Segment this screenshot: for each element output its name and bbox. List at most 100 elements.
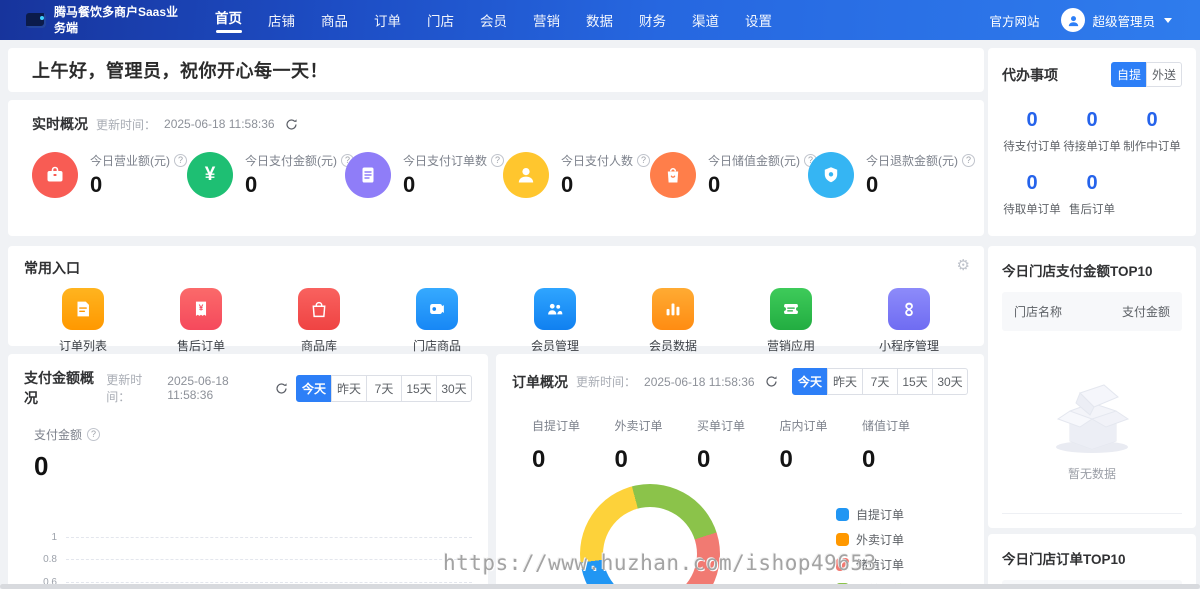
stat-today-stored-value: 今日储值金额(元) 0 bbox=[650, 152, 808, 198]
tab-today[interactable]: 今天 bbox=[296, 375, 332, 402]
tab-delivery[interactable]: 外送 bbox=[1146, 62, 1182, 87]
user-icon bbox=[1066, 13, 1081, 28]
nav-item-data[interactable]: 数据 bbox=[573, 10, 626, 30]
order-list-icon bbox=[62, 288, 104, 330]
nav-item-home[interactable]: 首页 bbox=[202, 7, 255, 33]
official-site-link[interactable]: 官方网站 bbox=[989, 11, 1039, 30]
member-manage-icon bbox=[534, 288, 576, 330]
tab-yesterday[interactable]: 昨天 bbox=[827, 368, 863, 395]
todo-tabs: 自提 外送 bbox=[1111, 62, 1182, 87]
entry-marketing-apps[interactable]: 营销应用 bbox=[736, 288, 846, 354]
divider bbox=[1002, 513, 1182, 514]
tab-30days[interactable]: 30天 bbox=[436, 375, 472, 402]
todo-pending-accept[interactable]: 0 待接单订单 bbox=[1062, 109, 1122, 154]
table-header: 门店名称 支付金额 bbox=[1002, 292, 1182, 331]
tab-7days[interactable]: 7天 bbox=[862, 368, 898, 395]
help-icon[interactable] bbox=[87, 428, 100, 441]
realtime-overview-card: 实时概况 更新时间： 2025-06-18 11:58:36 今日营业额(元) bbox=[8, 100, 984, 236]
tab-today[interactable]: 今天 bbox=[792, 368, 828, 395]
stat-in-store-orders: 店内订单 0 bbox=[780, 417, 860, 474]
column-store-name: 门店名称 bbox=[1014, 303, 1062, 320]
top10-orders-card: 今日门店订单TOP10 bbox=[988, 534, 1196, 589]
section-title: 常用入口 bbox=[24, 260, 80, 276]
nav-item-members[interactable]: 会员 bbox=[467, 10, 520, 30]
legend-delivery-orders[interactable]: 外卖订单 bbox=[836, 531, 904, 548]
gear-icon[interactable]: ⚙ bbox=[957, 256, 970, 274]
todo-pending-payment[interactable]: 0 待支付订单 bbox=[1002, 109, 1062, 154]
donut-legend: 自提订单 外卖订单 储值订单 买单订单 bbox=[836, 506, 904, 589]
tab-7days[interactable]: 7天 bbox=[366, 375, 402, 402]
tab-30days[interactable]: 30天 bbox=[932, 368, 968, 395]
gridline bbox=[66, 582, 472, 583]
update-time: 2025-06-18 11:58:36 bbox=[644, 375, 755, 389]
entry-order-list[interactable]: 订单列表 bbox=[28, 288, 138, 354]
legend-pickup-orders[interactable]: 自提订单 bbox=[836, 506, 904, 523]
help-icon[interactable] bbox=[174, 154, 187, 167]
entry-member-management[interactable]: 会员管理 bbox=[500, 288, 610, 354]
y-tick: 0.8 bbox=[24, 554, 66, 565]
stat-label: 今日支付金额(元) bbox=[245, 152, 337, 169]
help-icon[interactable] bbox=[637, 154, 650, 167]
stat-label: 今日支付订单数 bbox=[403, 152, 487, 169]
member-data-icon bbox=[652, 288, 694, 330]
entry-store-goods[interactable]: 门店商品 bbox=[382, 288, 492, 354]
todo-after-sale[interactable]: 0 售后订单 bbox=[1062, 172, 1122, 217]
card-title: 今日门店支付金额TOP10 bbox=[1002, 260, 1182, 280]
stat-stored-value-orders: 储值订单 0 bbox=[862, 417, 942, 474]
stat-label: 今日营业额(元) bbox=[90, 152, 170, 169]
entry-goods-library[interactable]: 商品库 bbox=[264, 288, 374, 354]
refresh-icon[interactable] bbox=[285, 118, 298, 131]
refresh-icon[interactable] bbox=[275, 382, 288, 395]
empty-box-illustration bbox=[1032, 363, 1152, 455]
gridline bbox=[66, 559, 472, 560]
nav-item-marketing[interactable]: 营销 bbox=[520, 10, 573, 30]
update-time: 2025-06-18 11:58:36 bbox=[167, 374, 265, 402]
tab-15days[interactable]: 15天 bbox=[897, 368, 933, 395]
horizontal-scrollbar[interactable] bbox=[0, 584, 1200, 589]
avatar bbox=[1061, 8, 1085, 32]
entry-mini-program[interactable]: ∞ 小程序管理 bbox=[854, 288, 964, 354]
legend-swatch bbox=[836, 508, 849, 521]
tab-yesterday[interactable]: 昨天 bbox=[331, 375, 367, 402]
nav-item-channels[interactable]: 渠道 bbox=[679, 10, 732, 30]
section-title: 支付金额概况 bbox=[24, 368, 98, 408]
metric-label: 支付金额 bbox=[34, 426, 82, 443]
tab-15days[interactable]: 15天 bbox=[401, 375, 437, 402]
entry-after-sale-orders[interactable]: ¥ 售后订单 bbox=[146, 288, 256, 354]
y-tick: 1 bbox=[24, 532, 66, 543]
update-time: 2025-06-18 11:58:36 bbox=[164, 117, 275, 131]
chevron-down-icon bbox=[1164, 18, 1172, 23]
marketing-icon bbox=[770, 288, 812, 330]
top-nav: 腾马餐饮多商户Saas业务端 首页 店铺 商品 订单 门店 会员 营销 数据 财… bbox=[0, 0, 1200, 40]
watermark: https://www.huzhan.com/ishop49653 bbox=[443, 551, 877, 575]
main-menu: 首页 店铺 商品 订单 门店 会员 营销 数据 财务 渠道 设置 bbox=[202, 7, 785, 33]
todo-in-production[interactable]: 0 制作中订单 bbox=[1122, 109, 1182, 154]
entry-member-data[interactable]: 会员数据 bbox=[618, 288, 728, 354]
stat-delivery-orders: 外卖订单 0 bbox=[615, 417, 695, 474]
stat-label: 今日退款金额(元) bbox=[866, 152, 958, 169]
range-tabs: 今天 昨天 7天 15天 30天 bbox=[296, 375, 472, 402]
nav-item-finance[interactable]: 财务 bbox=[626, 10, 679, 30]
document-icon bbox=[345, 152, 391, 198]
stat-label: 今日储值金额(元) bbox=[708, 152, 800, 169]
nav-item-orders[interactable]: 订单 bbox=[361, 10, 414, 30]
svg-text:¥: ¥ bbox=[199, 303, 204, 312]
tab-pickup[interactable]: 自提 bbox=[1111, 62, 1147, 87]
metric-value: 0 bbox=[34, 451, 472, 482]
nav-item-stores[interactable]: 门店 bbox=[414, 10, 467, 30]
todo-pending-pickup[interactable]: 0 待取单订单 bbox=[1002, 172, 1062, 217]
nav-item-settings[interactable]: 设置 bbox=[732, 10, 785, 30]
column-pay-amount: 支付金额 bbox=[1122, 303, 1170, 320]
refresh-icon[interactable] bbox=[765, 375, 778, 388]
stat-today-paid-amount: ¥ 今日支付金额(元) 0 bbox=[187, 152, 345, 198]
stat-label: 今日支付人数 bbox=[561, 152, 633, 169]
greeting-text: 上午好，管理员，祝你开心每一天！ bbox=[32, 57, 328, 83]
dashboard-page: 腾马餐饮多商户Saas业务端 首页 店铺 商品 订单 门店 会员 营销 数据 财… bbox=[0, 0, 1200, 589]
top10-payment-card: 今日门店支付金额TOP10 门店名称 支付金额 暂无数据 bbox=[988, 246, 1196, 528]
nav-item-shop[interactable]: 店铺 bbox=[255, 10, 308, 30]
user-menu[interactable]: 超级管理员 bbox=[1061, 8, 1172, 32]
gridline bbox=[66, 537, 472, 538]
update-time-label: 更新时间： bbox=[576, 373, 636, 390]
nav-item-goods[interactable]: 商品 bbox=[308, 10, 361, 30]
help-icon[interactable] bbox=[962, 154, 975, 167]
